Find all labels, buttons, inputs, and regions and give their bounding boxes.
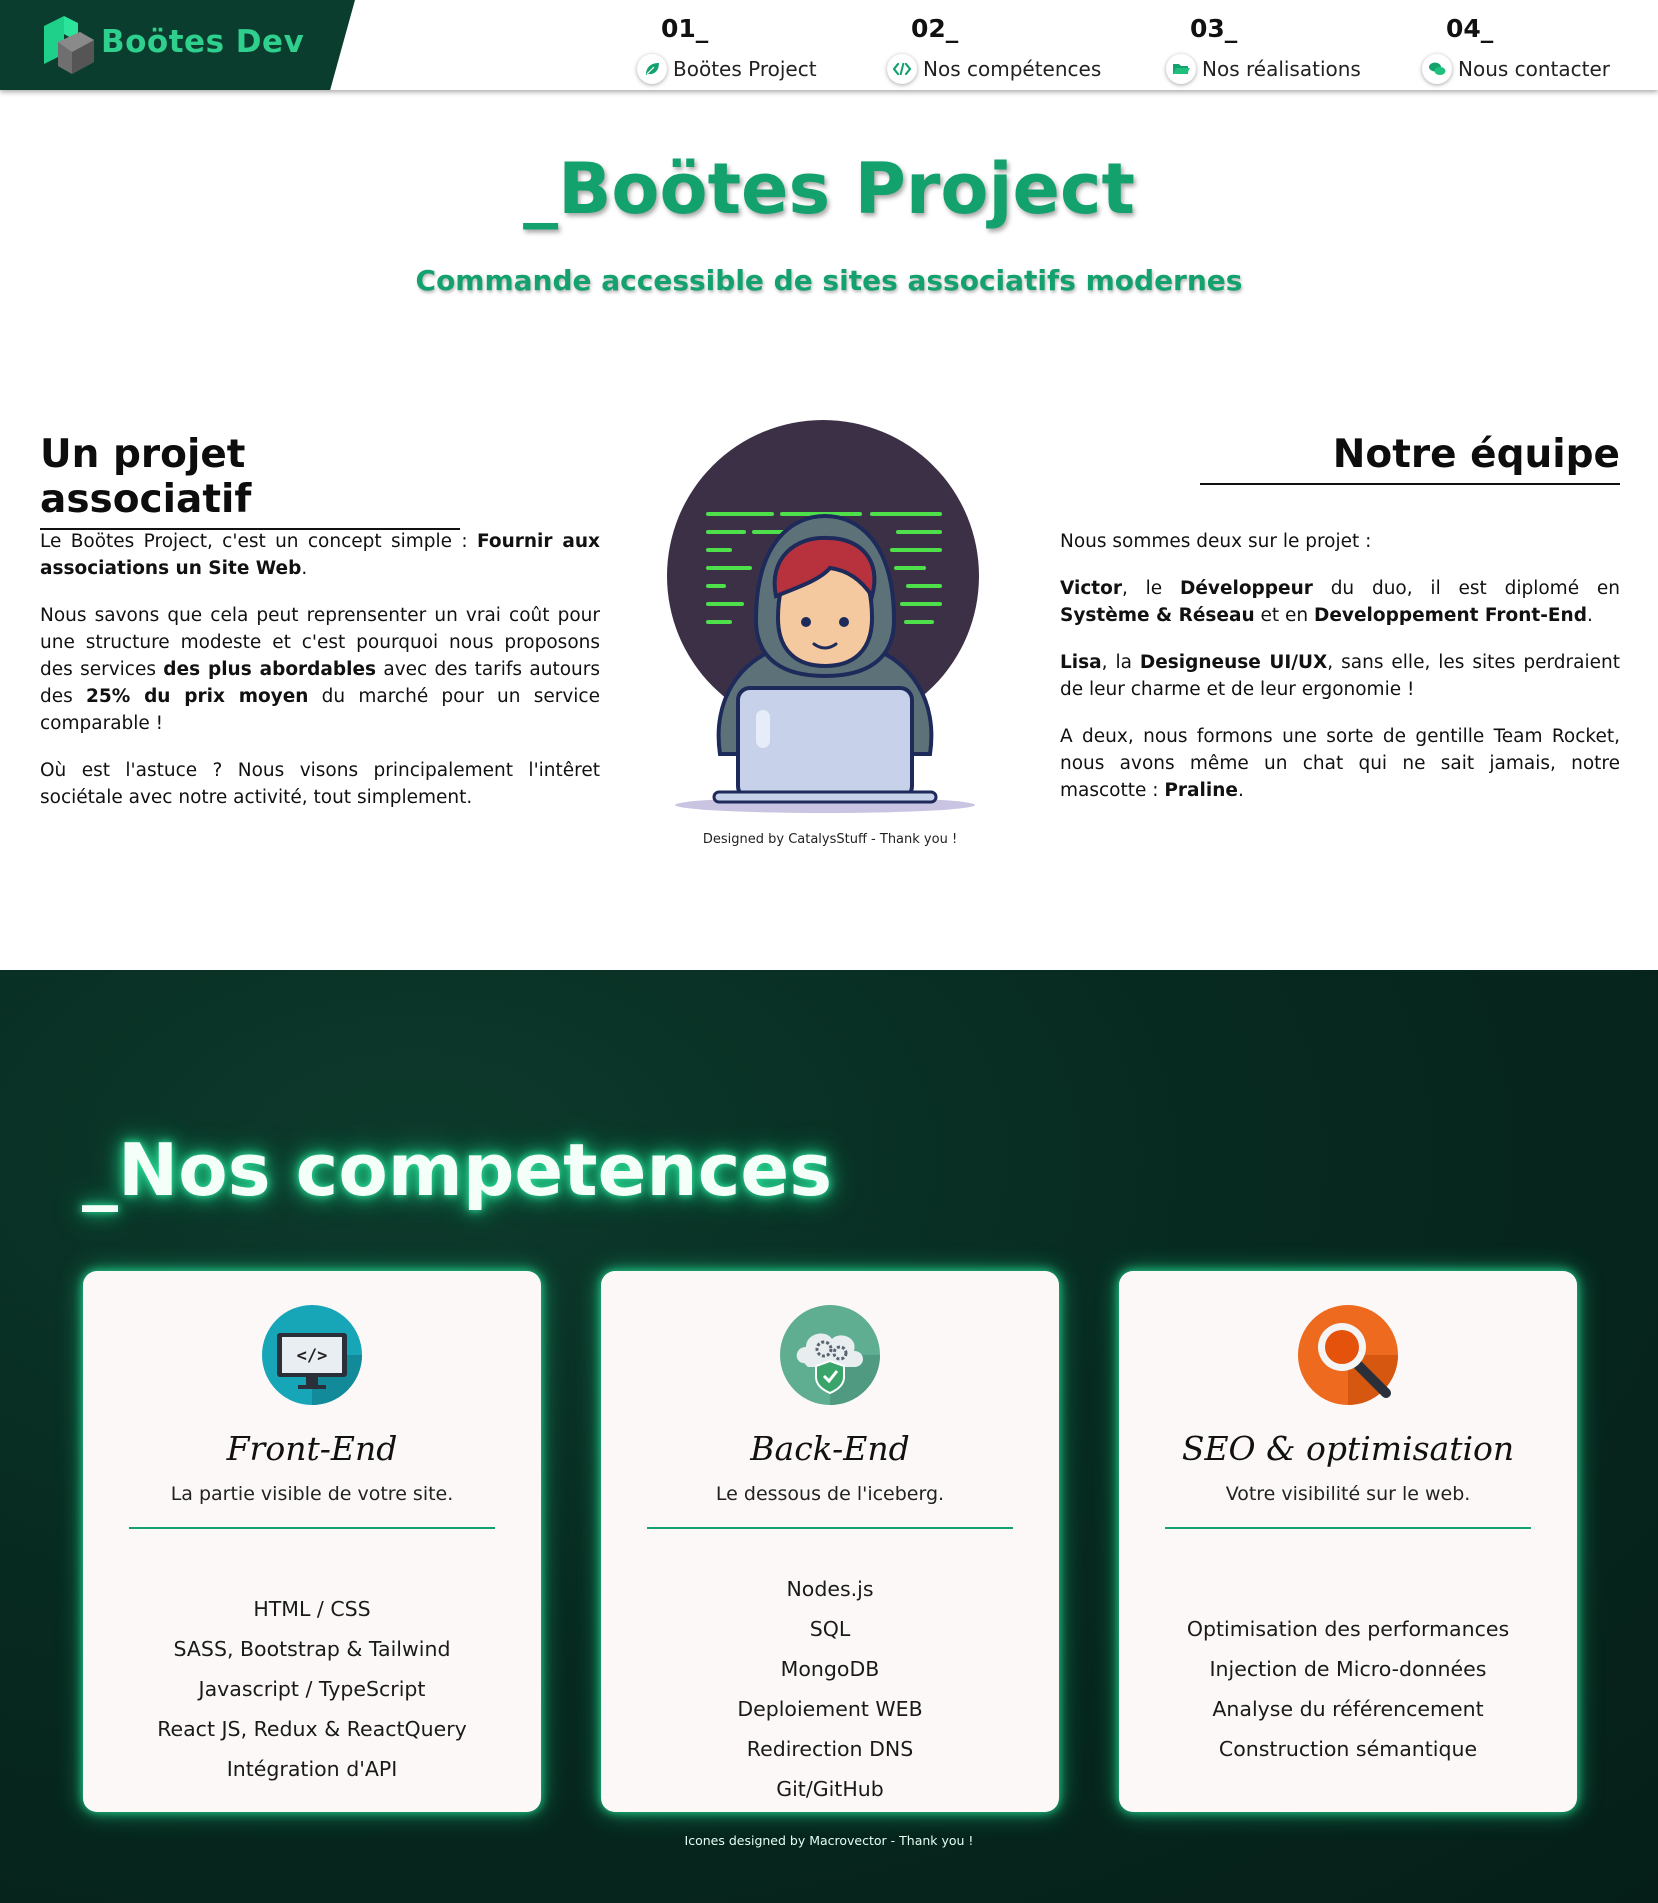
svg-text:</>: </> (297, 1346, 328, 1366)
project-paragraph: Nous savons que cela peut reprensenter u… (40, 605, 600, 734)
card-divider (647, 1527, 1013, 1529)
list-item: HTML / CSS (253, 1597, 371, 1621)
list-item: Nodes.js (786, 1577, 874, 1601)
hero-title: _Boötes Project (523, 148, 1135, 230)
nav-label: Boötes Project (673, 57, 817, 81)
list-item: Injection de Micro-données (1209, 1657, 1487, 1681)
illustration-credit: Designed by CatalysStuff - Thank you ! (702, 832, 958, 847)
team-paragraph: Nous sommes deux sur le projet : (1060, 531, 1372, 552)
cloud-gears-shield-icon (780, 1305, 880, 1405)
hero-subtitle: Commande accessible de sites associatifs… (415, 264, 1243, 297)
list-item: Intégration d'API (226, 1757, 398, 1781)
team-paragraph: A deux, nous formons une sorte de gentil… (1060, 726, 1620, 801)
list-item: Redirection DNS (746, 1737, 914, 1761)
nav-link-competences[interactable]: Nos compétences (887, 54, 1101, 84)
skill-list: Optimisation des performances Injection … (1119, 1609, 1577, 1769)
nav-label: Nos compétences (923, 57, 1102, 81)
brand-name: Boötes Dev (101, 24, 305, 60)
monitor-code-icon: </> (262, 1305, 362, 1405)
logo-cube-icon (44, 16, 94, 74)
team-paragraph: Victor, le Développeur du duo, il est di… (1060, 578, 1620, 626)
competences-title: _Nos competences (82, 1128, 833, 1212)
icons-credit: Icones designed by Macrovector - Thank y… (684, 1833, 974, 1848)
list-item: SQL (809, 1617, 851, 1641)
project-paragraph: Où est l'astuce ? Nous visons principale… (40, 760, 600, 808)
nav-number: 02_ (911, 14, 959, 43)
list-item: MongoDB (780, 1657, 880, 1681)
team-text: Nous sommes deux sur le projet : Victor,… (1060, 528, 1620, 824)
list-item: Optimisation des performances (1186, 1617, 1510, 1641)
nav-number: 03_ (1190, 14, 1238, 43)
developer-illustration (667, 420, 979, 813)
skill-list: Nodes.js SQL MongoDB Deploiement WEB Red… (601, 1569, 1059, 1809)
nav-link-realisations[interactable]: Nos réalisations (1166, 54, 1361, 84)
project-text: Le Boötes Project, c'est un concept simp… (40, 528, 600, 831)
skill-card-seo: SEO & optimisation Votre visibilité sur … (1119, 1271, 1577, 1812)
leaf-icon (637, 54, 667, 84)
skill-list: HTML / CSS SASS, Bootstrap & Tailwind Ja… (83, 1589, 541, 1789)
nav-label: Nos réalisations (1202, 57, 1361, 81)
nav-number: 01_ (661, 14, 709, 43)
team-paragraph: Lisa, la Designeuse UI/UX, sans elle, le… (1060, 652, 1620, 700)
list-item: Javascript / TypeScript (198, 1677, 426, 1701)
card-subtitle: Le dessous de l'iceberg. (715, 1483, 945, 1505)
list-item: React JS, Redux & ReactQuery (157, 1717, 467, 1741)
nav-link-project[interactable]: Boötes Project (637, 54, 817, 84)
project-title: Un projet associatif (40, 432, 460, 530)
magnifier-icon (1298, 1305, 1398, 1405)
card-title: SEO & optimisation (1181, 1429, 1515, 1468)
logo[interactable]: Boötes Dev (0, 0, 355, 90)
list-item: Deploiement WEB (737, 1697, 923, 1721)
skill-card-front-end: </> Front-End La partie visible de votre… (83, 1271, 541, 1812)
folder-icon (1166, 54, 1196, 84)
nav-number: 04_ (1446, 14, 1494, 43)
skill-card-back-end: Back-End Le dessous de l'iceberg. Nodes.… (601, 1271, 1059, 1812)
nav-link-contact[interactable]: Nous contacter (1422, 54, 1610, 84)
card-divider (129, 1527, 495, 1529)
code-icon (887, 54, 917, 84)
team-title: Notre équipe (1200, 432, 1620, 485)
card-subtitle: Votre visibilité sur le web. (1225, 1483, 1471, 1505)
card-subtitle: La partie visible de votre site. (170, 1483, 454, 1505)
list-item: Analyse du référencement (1212, 1697, 1484, 1721)
nav-label: Nous contacter (1458, 57, 1611, 81)
chat-icon (1422, 54, 1452, 84)
list-item: Git/GitHub (776, 1777, 884, 1801)
list-item: SASS, Bootstrap & Tailwind (173, 1637, 451, 1661)
list-item: Construction sémantique (1218, 1737, 1478, 1761)
project-paragraph: Le Boötes Project, c'est un concept simp… (40, 531, 600, 579)
card-divider (1165, 1527, 1531, 1529)
competences-section: _Nos competences </> Front-End La partie… (0, 970, 1658, 1903)
site-header: Boötes Dev 01_ Boötes Project 02_ Nos co… (0, 0, 1658, 90)
card-title: Back-End (750, 1429, 910, 1468)
card-title: Front-End (226, 1429, 398, 1468)
